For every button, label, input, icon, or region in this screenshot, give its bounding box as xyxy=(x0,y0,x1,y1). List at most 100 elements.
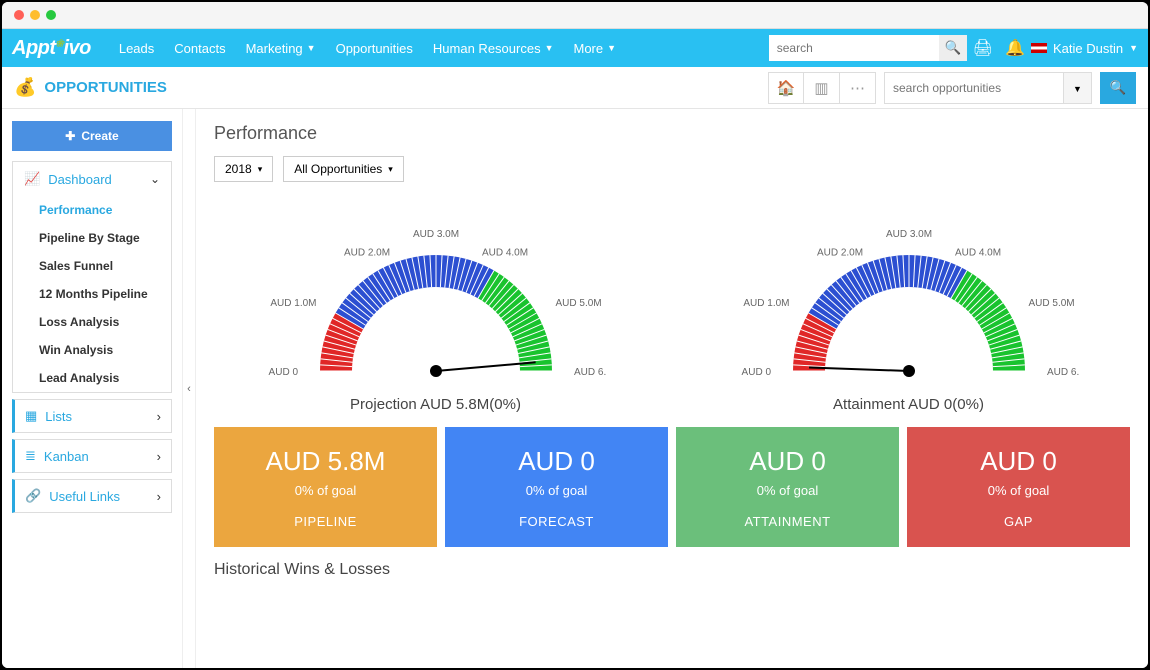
card-value: AUD 0 xyxy=(980,446,1057,477)
year-filter[interactable]: 2018▾ xyxy=(214,156,273,182)
svg-text:AUD 6.0M: AUD 6.0M xyxy=(574,367,606,378)
card-label: GAP xyxy=(1004,514,1033,529)
sidebar: ✚ Create 📈 Dashboard ⌄ Performance Pipel… xyxy=(2,109,182,668)
card-subtitle: 0% of goal xyxy=(988,483,1049,498)
sidebar-item-performance[interactable]: Performance xyxy=(13,196,171,224)
create-button[interactable]: ✚ Create xyxy=(12,121,172,151)
historical-section-title: Historical Wins & Losses xyxy=(214,561,1130,579)
moneybag-icon: 💰 xyxy=(14,77,36,98)
gauge-attainment-label: Attainment AUD 0(0%) xyxy=(833,396,984,413)
top-nav: Appt❀ivo Leads Contacts Marketing▼ Oppor… xyxy=(2,29,1148,67)
chart-view-button[interactable]: ▥ xyxy=(804,72,840,104)
chevron-down-icon: ▼ xyxy=(307,43,316,53)
svg-text:AUD 2.0M: AUD 2.0M xyxy=(343,247,389,258)
grid-icon: ▦ xyxy=(25,408,37,424)
brand-logo: Appt❀ivo xyxy=(12,37,91,60)
summary-card-forecast[interactable]: AUD 0 0% of goal FORECAST xyxy=(445,427,668,547)
svg-text:AUD 5.0M: AUD 5.0M xyxy=(555,298,601,309)
summary-cards: AUD 5.8M0% of goalPIPELINEAUD 00% of goa… xyxy=(214,427,1130,547)
summary-card-pipeline[interactable]: AUD 5.8M0% of goalPIPELINE xyxy=(214,427,437,547)
opportunity-search-button[interactable]: 🔍 xyxy=(1100,72,1136,104)
dots-icon: ⋯ xyxy=(850,79,865,97)
gauge-attainment: AUD 0 AUD 1.0M AUD 2.0M AUD 3.0M AUD 4.0M AUD… xyxy=(687,196,1130,413)
chevron-right-icon: › xyxy=(157,489,161,504)
home-icon: 🏠 xyxy=(777,79,796,97)
search-icon: 🔍 xyxy=(1110,80,1127,95)
chevron-down-icon: ▼ xyxy=(1073,84,1082,94)
sidebar-item-pipeline-stage[interactable]: Pipeline By Stage xyxy=(13,224,171,252)
module-title: OPPORTUNITIES xyxy=(44,79,167,96)
search-icon: 🔍 xyxy=(944,40,961,55)
sidebar-item-12m-pipeline[interactable]: 12 Months Pipeline xyxy=(13,280,171,308)
card-value: AUD 5.8M xyxy=(266,446,386,477)
chevron-down-icon: ▾ xyxy=(388,164,393,175)
search-dropdown-toggle[interactable]: ▼ xyxy=(1064,72,1092,104)
chart-line-icon: 📈 xyxy=(24,171,40,187)
svg-text:AUD 0: AUD 0 xyxy=(741,367,771,378)
sidebar-item-loss-analysis[interactable]: Loss Analysis xyxy=(13,308,171,336)
sidebar-dashboard-header[interactable]: 📈 Dashboard ⌄ xyxy=(13,162,171,196)
gauge-projection: AUD 0 AUD 1.0M AUD 2.0M AUD 3.0M AUD 4.0M AUD… xyxy=(214,196,657,413)
nav-opportunities[interactable]: Opportunities xyxy=(326,41,423,56)
notification-icon[interactable]: 🔔 xyxy=(1005,38,1025,58)
nav-more[interactable]: More▼ xyxy=(563,41,626,56)
sidebar-useful-links[interactable]: 🔗Useful Links› xyxy=(12,479,172,513)
link-icon: 🔗 xyxy=(25,488,41,504)
svg-text:AUD 0: AUD 0 xyxy=(268,367,298,378)
gauge-projection-label: Projection AUD 5.8M(0%) xyxy=(350,396,521,413)
svg-text:AUD 1.0M: AUD 1.0M xyxy=(270,298,316,309)
sidebar-item-lead-analysis[interactable]: Lead Analysis xyxy=(13,364,171,392)
flag-icon xyxy=(1031,43,1047,53)
page-title: Performance xyxy=(214,123,1130,144)
svg-text:AUD 3.0M: AUD 3.0M xyxy=(412,229,458,240)
plus-icon: ✚ xyxy=(65,129,75,143)
chevron-down-icon: ▼ xyxy=(607,43,616,53)
window-controls xyxy=(2,2,1148,29)
card-label: PIPELINE xyxy=(294,514,357,529)
card-label: ATTAINMENT xyxy=(744,514,830,529)
svg-text:AUD 2.0M: AUD 2.0M xyxy=(816,247,862,258)
card-value: AUD 0 xyxy=(749,446,826,477)
sidebar-item-sales-funnel[interactable]: Sales Funnel xyxy=(13,252,171,280)
global-search-button[interactable]: 🔍 xyxy=(939,35,967,61)
card-subtitle: 0% of goal xyxy=(526,483,587,498)
nav-marketing[interactable]: Marketing▼ xyxy=(236,41,326,56)
chevron-right-icon: › xyxy=(157,449,161,464)
gauge-attainment-chart: AUD 0 AUD 1.0M AUD 2.0M AUD 3.0M AUD 4.0M AUD… xyxy=(739,196,1079,396)
module-header: 💰 OPPORTUNITIES 🏠 ▥ ⋯ ▼ 🔍 xyxy=(2,67,1148,109)
main-content: Performance 2018▾ All Opportunities▾ AUD… xyxy=(196,109,1148,668)
svg-text:AUD 4.0M: AUD 4.0M xyxy=(481,247,527,258)
sidebar-kanban[interactable]: ≣Kanban› xyxy=(12,439,172,473)
printer-icon[interactable]: 🖨 xyxy=(973,38,993,58)
nav-leads[interactable]: Leads xyxy=(109,41,164,56)
sidebar-collapse-toggle[interactable]: ‹ xyxy=(182,109,196,668)
global-search-input[interactable] xyxy=(769,35,939,61)
chevron-left-icon: ‹ xyxy=(187,383,191,395)
summary-card-gap[interactable]: AUD 0 0% of goal GAP xyxy=(907,427,1130,547)
svg-text:AUD 1.0M: AUD 1.0M xyxy=(743,298,789,309)
card-value: AUD 0 xyxy=(518,446,595,477)
svg-text:AUD 3.0M: AUD 3.0M xyxy=(885,229,931,240)
chevron-down-icon: ▾ xyxy=(258,164,263,175)
user-menu[interactable]: Katie Dustin ▼ xyxy=(1031,41,1138,56)
home-view-button[interactable]: 🏠 xyxy=(768,72,804,104)
card-subtitle: 0% of goal xyxy=(757,483,818,498)
sidebar-item-win-analysis[interactable]: Win Analysis xyxy=(13,336,171,364)
chevron-right-icon: › xyxy=(157,409,161,424)
svg-text:AUD 4.0M: AUD 4.0M xyxy=(954,247,1000,258)
nav-contacts[interactable]: Contacts xyxy=(164,41,235,56)
sidebar-lists[interactable]: ▦Lists› xyxy=(12,399,172,433)
more-options-button[interactable]: ⋯ xyxy=(840,72,876,104)
card-label: FORECAST xyxy=(519,514,594,529)
opportunity-search-input[interactable] xyxy=(884,72,1064,104)
svg-text:AUD 5.0M: AUD 5.0M xyxy=(1028,298,1074,309)
chevron-down-icon: ▼ xyxy=(1129,43,1138,53)
summary-card-attainment[interactable]: AUD 0 0% of goal ATTAINMENT xyxy=(676,427,899,547)
nav-hr[interactable]: Human Resources▼ xyxy=(423,41,564,56)
bar-chart-icon: ▥ xyxy=(814,79,828,97)
chevron-down-icon: ⌄ xyxy=(150,172,160,186)
gauge-projection-chart: AUD 0 AUD 1.0M AUD 2.0M AUD 3.0M AUD 4.0M AUD… xyxy=(266,196,606,396)
chevron-down-icon: ▼ xyxy=(545,43,554,53)
svg-text:AUD 6.0M: AUD 6.0M xyxy=(1047,367,1079,378)
opportunity-filter[interactable]: All Opportunities▾ xyxy=(283,156,404,182)
